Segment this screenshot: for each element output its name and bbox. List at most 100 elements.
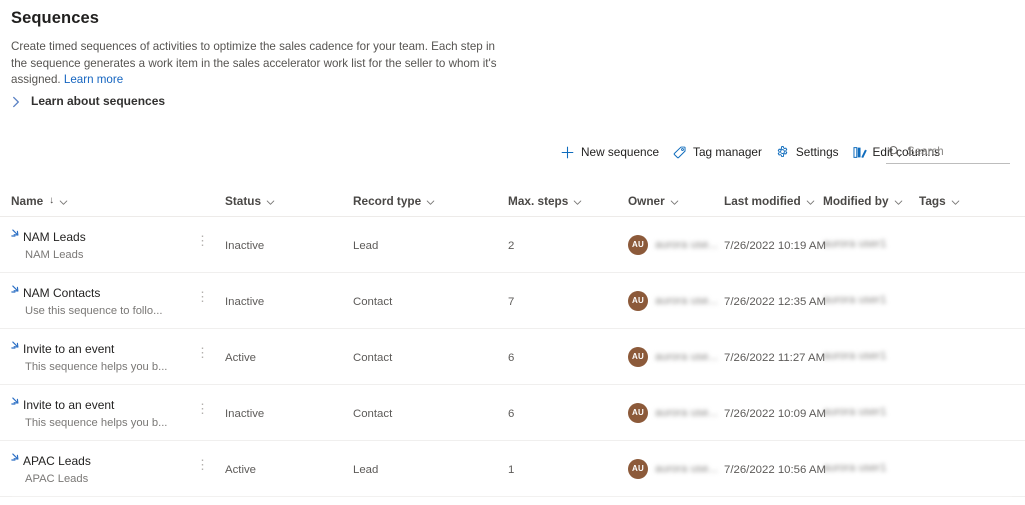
status-value: Inactive [225, 295, 265, 308]
status-value: Active [225, 351, 257, 364]
owner-value: aurora use... [655, 294, 717, 307]
avatar: AU [628, 234, 648, 255]
cell-record-type: Lead [353, 460, 508, 478]
more-vertical-icon[interactable]: ⋮ [191, 400, 214, 417]
table-row[interactable]: Invite to an event This sequence helps y… [0, 329, 1025, 385]
cell-record-type: Contact [353, 404, 508, 422]
sequences-page: Sequences Create timed sequences of acti… [0, 0, 1025, 505]
chevron-down-icon [951, 196, 960, 205]
column-header-last-modified[interactable]: Last modified [724, 185, 823, 217]
cell-row-menu: ⋮ [191, 346, 225, 361]
more-vertical-icon[interactable]: ⋮ [191, 288, 214, 305]
column-header-name[interactable]: Name ↓ [11, 185, 191, 217]
table-row[interactable]: NAM Leads NAM Leads ⋮ Inactive Lead 2 AU… [0, 217, 1025, 273]
cell-owner: AU aurora use... [628, 402, 724, 423]
search-icon [888, 145, 901, 158]
modified-by-value: aurora user17 [823, 294, 887, 307]
chevron-down-icon [806, 196, 815, 205]
cell-record-type: Contact [353, 348, 508, 366]
column-header-max-steps[interactable]: Max. steps [508, 185, 628, 217]
max-steps-value: 1 [508, 463, 515, 476]
cell-status: Inactive [225, 236, 353, 254]
page-title: Sequences [11, 9, 100, 27]
modified-by-value: aurora user17 [823, 238, 887, 251]
sequence-name: Invite to an event [23, 398, 115, 412]
cell-owner: AU aurora use... [628, 234, 724, 255]
record-type-value: Contact [353, 351, 393, 364]
chevron-down-icon [894, 196, 903, 205]
cell-record-type: Contact [353, 292, 508, 310]
learn-about-sequences-label: Learn about sequences [31, 94, 166, 108]
settings-button[interactable]: Settings [771, 140, 848, 164]
chevron-down-icon [59, 196, 68, 205]
chevron-down-icon [266, 196, 275, 205]
search-input[interactable] [907, 145, 1007, 158]
cell-modified-by: aurora user17 [823, 404, 919, 422]
grid-bottom-divider [12, 496, 1012, 497]
search-box[interactable] [886, 140, 1010, 164]
cell-last-modified: 7/26/2022 12:35 AM [724, 292, 826, 310]
sequence-name: Invite to an event [23, 342, 115, 356]
cell-modified-by: aurora user17 [823, 460, 919, 478]
sequence-subtitle: APAC Leads [25, 473, 89, 485]
column-header-modified-by-label: Modified by [823, 193, 889, 208]
learn-about-sequences-expander[interactable]: Learn about sequences [10, 94, 165, 108]
table-row[interactable]: Invite to an event This sequence helps y… [0, 385, 1025, 441]
avatar: AU [628, 290, 648, 311]
more-vertical-icon[interactable]: ⋮ [191, 344, 214, 361]
chevron-right-icon [10, 95, 22, 108]
chevron-down-icon [426, 196, 435, 205]
max-steps-value: 7 [508, 295, 515, 308]
cell-max-steps: 7 [508, 292, 628, 310]
column-header-status[interactable]: Status [225, 185, 353, 217]
column-header-owner[interactable]: Owner [628, 185, 724, 217]
cell-max-steps: 2 [508, 236, 628, 254]
cell-row-menu: ⋮ [191, 234, 225, 249]
new-sequence-label: New sequence [581, 145, 660, 159]
plus-icon [560, 145, 575, 160]
chevron-down-icon [573, 196, 582, 205]
more-vertical-icon[interactable]: ⋮ [191, 456, 214, 473]
modified-by-value: aurora user17 [823, 462, 887, 475]
column-header-tags[interactable]: Tags [919, 185, 999, 217]
sequence-name: APAC Leads [23, 454, 91, 468]
cell-owner: AU aurora use... [628, 346, 724, 367]
column-header-name-label: Name [11, 193, 44, 208]
settings-label: Settings [795, 145, 839, 159]
column-header-owner-label: Owner [628, 193, 665, 208]
column-header-modified-by[interactable]: Modified by [823, 185, 919, 217]
owner-value: aurora use... [655, 238, 717, 251]
grid-header-row: Name ↓ Status Record type Max. steps Own… [0, 185, 1025, 217]
sort-ascending-icon: ↓ [49, 195, 55, 206]
column-header-record-type[interactable]: Record type [353, 185, 508, 217]
record-type-value: Lead [353, 239, 379, 252]
modified-by-value: aurora user17 [823, 350, 887, 363]
cell-status: Inactive [225, 292, 353, 310]
tag-manager-button[interactable]: Tag manager [668, 140, 771, 164]
sequence-subtitle: This sequence helps you b... [25, 417, 168, 429]
cell-last-modified: 7/26/2022 11:27 AM [724, 348, 825, 366]
column-header-status-label: Status [225, 193, 262, 208]
table-row[interactable]: APAC Leads APAC Leads ⋮ Active Lead 1 AU… [0, 441, 1025, 497]
learn-more-link[interactable]: Learn more [64, 73, 123, 86]
table-row[interactable]: NAM Contacts Use this sequence to follo.… [0, 273, 1025, 329]
avatar: AU [628, 458, 648, 479]
owner-value: aurora use... [655, 350, 717, 363]
tag-manager-label: Tag manager [693, 145, 762, 159]
record-type-value: Contact [353, 295, 393, 308]
column-header-rowmenu-spacer [191, 185, 225, 217]
cell-name: Invite to an event This sequence helps y… [11, 340, 191, 373]
cell-name: NAM Leads NAM Leads [11, 228, 191, 261]
more-vertical-icon[interactable]: ⋮ [191, 232, 214, 249]
cell-last-modified: 7/26/2022 10:09 AM [724, 404, 826, 422]
chevron-down-icon [670, 196, 679, 205]
modified-by-value: aurora user17 [823, 406, 887, 419]
owner-value: aurora use... [655, 462, 717, 475]
sequence-subtitle: NAM Leads [25, 249, 84, 261]
cell-max-steps: 6 [508, 404, 628, 422]
new-sequence-button[interactable]: New sequence [556, 140, 668, 164]
last-modified-value: 7/26/2022 10:19 AM [724, 239, 826, 252]
cell-max-steps: 6 [508, 348, 628, 366]
cell-name: APAC Leads APAC Leads [11, 452, 191, 485]
status-value: Inactive [225, 407, 265, 420]
